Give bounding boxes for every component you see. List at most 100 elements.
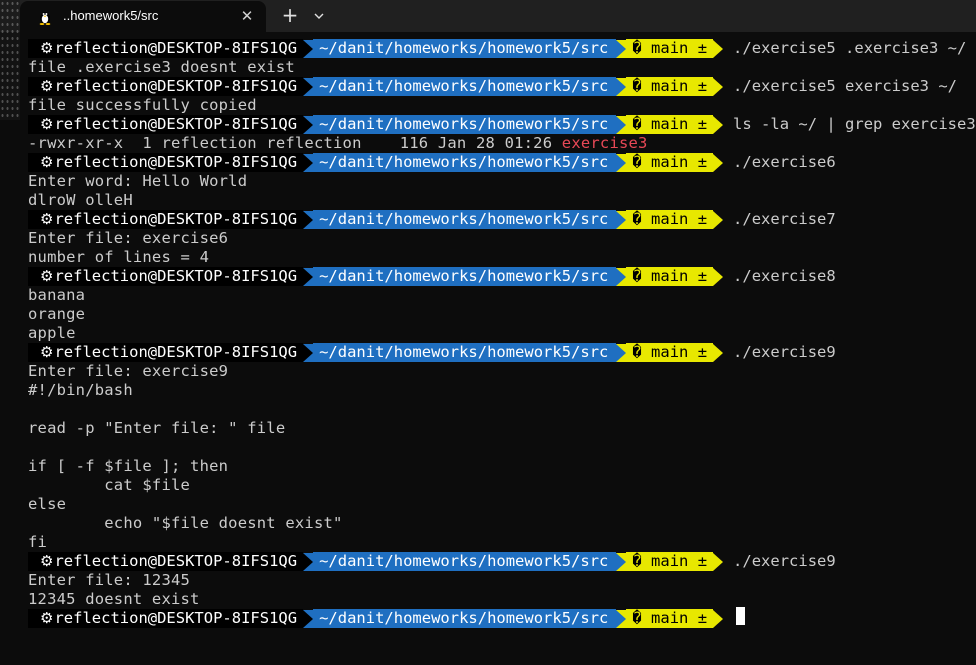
prompt-user: reflection@DESKTOP-8IFS1QG — [54, 552, 298, 570]
chevron-down-icon — [314, 13, 324, 19]
powerline-arrow-icon — [303, 39, 314, 58]
powerline-arrow-icon — [616, 115, 627, 134]
powerline-arrow-icon — [616, 552, 627, 571]
powerline-arrow-icon — [713, 210, 724, 229]
prompt-user-segment: ⚙ reflection@DESKTOP-8IFS1QG — [28, 267, 304, 286]
powerline-arrow-icon — [616, 153, 627, 172]
powerline-arrow-icon — [303, 609, 314, 628]
powerline-arrow-icon — [713, 343, 724, 362]
command-text: ./exercise9 — [733, 552, 836, 570]
powerline-arrow-icon — [713, 552, 724, 571]
gear-icon: ⚙ — [40, 153, 54, 171]
output-line: number of lines = 4 — [28, 248, 210, 266]
powerline-arrow-icon — [713, 609, 724, 628]
output-line: if [ -f $file ]; then — [28, 457, 229, 475]
prompt-user-segment: ⚙ reflection@DESKTOP-8IFS1QG — [28, 153, 304, 172]
powerline-arrow-icon — [616, 609, 627, 628]
tab-dropdown-button[interactable] — [309, 4, 329, 28]
new-tab-button[interactable]: + — [278, 4, 302, 28]
output-line: echo "$file doesnt exist" — [28, 514, 343, 532]
prompt-path: ~/danit/homeworks/homework5/src — [313, 609, 617, 628]
gear-icon: ⚙ — [40, 115, 54, 133]
terminal-output[interactable]: ⚙ reflection@DESKTOP-8IFS1QG ~/danit/homew… — [0, 32, 976, 665]
powerline-arrow-icon — [713, 115, 724, 134]
prompt-path: ~/danit/homeworks/homework5/src — [313, 77, 617, 96]
gear-icon: ⚙ — [40, 77, 54, 95]
tab-terminal[interactable]: ..homework5/src ✕ — [20, 1, 266, 32]
prompt-git: � main ± — [626, 267, 714, 286]
powerline-arrow-icon — [303, 115, 314, 134]
output-line: file .exercise3 doesnt exist — [28, 58, 295, 76]
output-line: else — [28, 495, 67, 513]
powerline-arrow-icon — [616, 343, 627, 362]
gear-icon: ⚙ — [40, 267, 54, 285]
prompt-path: ~/danit/homeworks/homework5/src — [313, 210, 617, 229]
prompt-user: reflection@DESKTOP-8IFS1QG — [54, 343, 298, 361]
prompt-user: reflection@DESKTOP-8IFS1QG — [54, 153, 298, 171]
output-line: Enter file: exercise6 — [28, 229, 229, 247]
prompt-user: reflection@DESKTOP-8IFS1QG — [54, 210, 298, 228]
current-prompt-line[interactable]: ⚙ reflection@DESKTOP-8IFS1QG ~/danit/homew… — [28, 607, 746, 630]
powerline-arrow-icon — [616, 210, 627, 229]
command-text: ./exercise6 — [733, 153, 836, 171]
prompt-path: ~/danit/homeworks/homework5/src — [313, 343, 617, 362]
output-line: Enter word: Hello World — [28, 172, 248, 190]
prompt-git: � main ± — [626, 609, 714, 628]
powerline-arrow-icon — [616, 39, 627, 58]
prompt-user: reflection@DESKTOP-8IFS1QG — [54, 115, 298, 133]
output-line: Enter file: exercise9 — [28, 362, 229, 380]
powerline-arrow-icon — [303, 77, 314, 96]
prompt-line: ⚙ reflection@DESKTOP-8IFS1QG ~/danit/homew… — [28, 552, 836, 571]
prompt-line: ⚙ reflection@DESKTOP-8IFS1QG ~/danit/homew… — [28, 153, 836, 172]
prompt-git: � main ± — [626, 153, 714, 172]
prompt-user-segment: ⚙ reflection@DESKTOP-8IFS1QG — [28, 210, 304, 229]
ls-output-filename: exercise3 — [561, 134, 648, 152]
prompt-line: ⚙ reflection@DESKTOP-8IFS1QG ~/danit/homew… — [28, 77, 957, 96]
prompt-user: reflection@DESKTOP-8IFS1QG — [54, 77, 298, 95]
gear-icon: ⚙ — [40, 210, 54, 228]
command-text: ./exercise5 exercise3 ~/ — [733, 77, 958, 95]
prompt-git: � main ± — [626, 39, 714, 58]
command-text: ./exercise7 — [733, 210, 836, 228]
powerline-arrow-icon — [303, 153, 314, 172]
gear-icon: ⚙ — [40, 343, 54, 361]
text-cursor[interactable] — [736, 607, 746, 625]
title-bar: ..homework5/src ✕ + — [0, 0, 976, 120]
gear-icon: ⚙ — [40, 39, 54, 57]
tab-close-button[interactable]: ✕ — [236, 5, 258, 27]
prompt-git: � main ± — [626, 210, 714, 229]
output-line: banana — [28, 286, 86, 304]
prompt-git: � main ± — [626, 115, 714, 134]
output-line: 12345 doesnt exist — [28, 590, 200, 608]
gear-icon: ⚙ — [40, 609, 54, 627]
prompt-path: ~/danit/homeworks/homework5/src — [313, 267, 617, 286]
prompt-user-segment: ⚙ reflection@DESKTOP-8IFS1QG — [28, 115, 304, 134]
prompt-user-segment: ⚙ reflection@DESKTOP-8IFS1QG — [28, 609, 304, 628]
prompt-git: � main ± — [626, 552, 714, 571]
powerline-arrow-icon — [713, 153, 724, 172]
powerline-arrow-icon — [713, 77, 724, 96]
command-input-area — [723, 607, 746, 630]
powerline-arrow-icon — [303, 267, 314, 286]
prompt-path: ~/danit/homeworks/homework5/src — [313, 39, 617, 58]
gear-icon: ⚙ — [40, 552, 54, 570]
powerline-arrow-icon — [303, 552, 314, 571]
tab-title: ..homework5/src — [63, 8, 159, 23]
ls-output-prefix: -rwxr-xr-x 1 reflection reflection 116 J… — [28, 134, 562, 152]
prompt-line: ⚙ reflection@DESKTOP-8IFS1QG ~/danit/homew… — [28, 343, 836, 362]
output-line: Enter file: 12345 — [28, 571, 191, 589]
linux-penguin-icon — [39, 12, 51, 25]
output-line: -rwxr-xr-x 1 reflection reflection 116 J… — [28, 134, 648, 153]
powerline-arrow-icon — [713, 267, 724, 286]
output-line: #!/bin/bash — [28, 381, 133, 399]
prompt-git: � main ± — [626, 77, 714, 96]
command-text: ./exercise8 — [733, 267, 836, 285]
powerline-arrow-icon — [303, 343, 314, 362]
powerline-arrow-icon — [616, 267, 627, 286]
prompt-user: reflection@DESKTOP-8IFS1QG — [54, 39, 298, 57]
prompt-line: ⚙ reflection@DESKTOP-8IFS1QG ~/danit/homew… — [28, 210, 836, 229]
output-line: orange — [28, 305, 86, 323]
prompt-line: ⚙ reflection@DESKTOP-8IFS1QG ~/danit/homew… — [28, 115, 976, 134]
command-text: ls -la ~/ | grep exercise3 — [733, 115, 976, 133]
prompt-git: � main ± — [626, 343, 714, 362]
